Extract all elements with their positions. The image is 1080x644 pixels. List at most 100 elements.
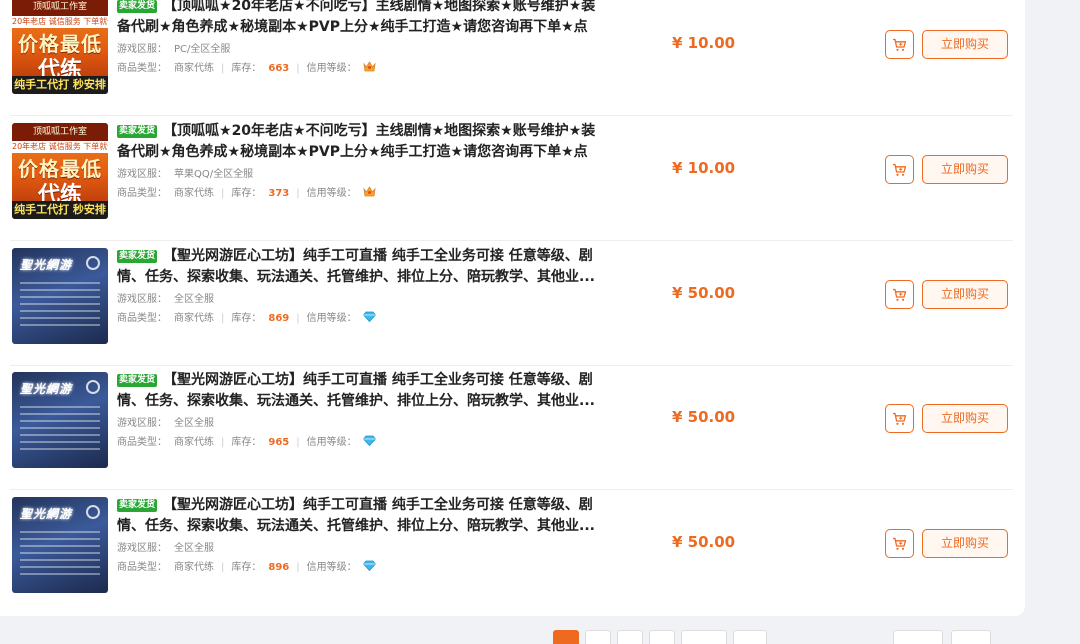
seller-ship-badge: 卖家发货 <box>117 0 158 13</box>
product-title[interactable]: 【顶呱呱★20年老店★不问吃亏】主线剧情★地图探索★账号维护★装备代刷★角色养成… <box>117 0 595 38</box>
product-title-row[interactable]: 卖家发货 【顶呱呱★20年老店★不问吃亏】主线剧情★地图探索★账号维护★装备代刷★… <box>117 0 597 38</box>
product-info: 卖家发货 【顶呱呱★20年老店★不问吃亏】主线剧情★地图探索★账号维护★装备代刷★… <box>117 0 597 76</box>
product-item[interactable]: 聖光網游 卖家发货 【聖光网游匠心工坊】纯手工可直播 纯手工全业务可接 任意等级、剧… <box>10 242 1013 366</box>
diamond-icon <box>362 435 376 450</box>
thumb-caption: 纯手工代打 秒安排 <box>12 201 108 219</box>
type-value: 商家代练 <box>174 63 214 74</box>
type-label: 商品类型： <box>117 188 167 199</box>
stock-label: 库存： <box>231 313 262 324</box>
page-button[interactable] <box>733 630 767 644</box>
thumb-caption: 顶呱呱工作室 <box>12 123 108 141</box>
page-button[interactable] <box>585 630 611 644</box>
type-label: 商品类型： <box>117 313 167 324</box>
divider: | <box>296 63 300 74</box>
region-row: 游戏区服： 苹果QQ/全区全服 <box>117 168 597 181</box>
type-label: 商品类型： <box>117 562 167 573</box>
page-jump-input[interactable] <box>893 630 943 644</box>
region-value: PC/全区全服 <box>174 44 231 55</box>
product-title-row[interactable]: 卖家发货 【聖光网游匠心工坊】纯手工可直播 纯手工全业务可接 任意等级、剧情、任务… <box>117 495 597 537</box>
product-thumbnail[interactable]: 聖光網游 <box>12 497 108 593</box>
add-to-cart-button[interactable] <box>885 529 914 558</box>
stock-value: 663 <box>268 63 290 74</box>
seller-ship-badge: 卖家发货 <box>117 125 158 138</box>
thumb-caption: 顶呱呱工作室 <box>12 0 108 16</box>
product-title-row[interactable]: 卖家发货 【聖光网游匠心工坊】纯手工可直播 纯手工全业务可接 任意等级、剧情、任务… <box>117 246 597 288</box>
page-jump-button[interactable] <box>951 630 991 644</box>
seller-ship-badge: 卖家发货 <box>117 374 158 387</box>
detail-row: 商品类型： 商家代练 | 库存： 373 | 信用等级： <box>117 186 597 201</box>
thumb-text-lines <box>20 531 100 579</box>
product-title[interactable]: 【聖光网游匠心工坊】纯手工可直播 纯手工全业务可接 任意等级、剧情、任务、探索收… <box>117 372 595 409</box>
add-to-cart-button[interactable] <box>885 404 914 433</box>
buy-now-button[interactable]: 立即购买 <box>922 529 1008 558</box>
product-title-row[interactable]: 卖家发货 【顶呱呱★20年老店★不问吃亏】主线剧情★地图探索★账号维护★装备代刷★… <box>117 121 597 163</box>
divider: | <box>221 437 225 448</box>
product-title[interactable]: 【聖光网游匠心工坊】纯手工可直播 纯手工全业务可接 任意等级、剧情、任务、探索收… <box>117 497 595 534</box>
credit-label: 信用等级： <box>306 562 357 573</box>
crown-icon <box>363 186 376 201</box>
thumb-caption: 20年老店 诚信服务 下单就做 <box>12 141 108 153</box>
product-info: 卖家发货 【聖光网游匠心工坊】纯手工可直播 纯手工全业务可接 任意等级、剧情、任务… <box>117 246 597 326</box>
stock-label: 库存： <box>231 437 262 448</box>
thumb-text-lines <box>20 282 100 330</box>
product-item[interactable]: 顶呱呱工作室 20年老店 诚信服务 下单就做 价格最低 代练 纯手工代打 秒安排 卖家发货… <box>10 0 1013 116</box>
cart-icon <box>892 163 907 177</box>
product-title-row[interactable]: 卖家发货 【聖光网游匠心工坊】纯手工可直播 纯手工全业务可接 任意等级、剧情、任务… <box>117 370 597 412</box>
stock-label: 库存： <box>231 63 262 74</box>
divider: | <box>221 63 225 74</box>
buy-now-button[interactable]: 立即购买 <box>922 155 1008 184</box>
product-thumbnail[interactable]: 聖光網游 <box>12 248 108 344</box>
region-label: 游戏区服： <box>117 169 167 180</box>
product-thumbnail[interactable]: 顶呱呱工作室 20年老店 诚信服务 下单就做 价格最低 代练 纯手工代打 秒安排 <box>12 0 108 94</box>
add-to-cart-button[interactable] <box>885 30 914 59</box>
thumb-caption: 聖光網游 <box>20 258 73 272</box>
type-value: 商家代练 <box>174 437 214 448</box>
product-title[interactable]: 【聖光网游匠心工坊】纯手工可直播 纯手工全业务可接 任意等级、剧情、任务、探索收… <box>117 248 595 285</box>
credit-label: 信用等级： <box>306 313 357 324</box>
product-price: ¥ 50.00 <box>672 533 736 551</box>
product-title[interactable]: 【顶呱呱★20年老店★不问吃亏】主线剧情★地图探索★账号维护★装备代刷★角色养成… <box>117 123 595 163</box>
region-row: 游戏区服： 全区全服 <box>117 293 597 306</box>
product-item[interactable]: 顶呱呱工作室 20年老店 诚信服务 下单就做 价格最低 代练 纯手工代打 秒安排 卖家发货… <box>10 117 1013 241</box>
region-value: 苹果QQ/全区全服 <box>174 169 254 180</box>
detail-row: 商品类型： 商家代练 | 库存： 869 | 信用等级： <box>117 311 597 326</box>
thumb-caption: 纯手工代打 秒安排 <box>12 76 108 94</box>
product-item[interactable]: 聖光網游 卖家发货 【聖光网游匠心工坊】纯手工可直播 纯手工全业务可接 任意等级、剧… <box>10 491 1013 615</box>
credit-label: 信用等级： <box>306 63 357 74</box>
thumb-text-lines <box>20 406 100 454</box>
product-thumbnail[interactable]: 顶呱呱工作室 20年老店 诚信服务 下单就做 价格最低 代练 纯手工代打 秒安排 <box>12 123 108 219</box>
divider: | <box>221 313 225 324</box>
page-button-current[interactable] <box>553 630 579 644</box>
buy-now-button[interactable]: 立即购买 <box>922 30 1008 59</box>
divider: | <box>296 562 300 573</box>
logo-mark <box>86 380 100 394</box>
buy-now-button[interactable]: 立即购买 <box>922 404 1008 433</box>
divider: | <box>296 188 300 199</box>
region-row: 游戏区服： PC/全区全服 <box>117 43 597 56</box>
page-button[interactable] <box>649 630 675 644</box>
region-label: 游戏区服： <box>117 418 167 429</box>
page-button[interactable] <box>681 630 727 644</box>
divider: | <box>221 188 225 199</box>
add-to-cart-button[interactable] <box>885 280 914 309</box>
product-price: ¥ 50.00 <box>672 284 736 302</box>
logo-mark <box>86 505 100 519</box>
diamond-icon <box>362 311 376 326</box>
type-value: 商家代练 <box>174 188 214 199</box>
region-value: 全区全服 <box>174 294 214 305</box>
detail-row: 商品类型： 商家代练 | 库存： 965 | 信用等级： <box>117 435 597 450</box>
stock-value: 869 <box>268 313 290 324</box>
detail-row: 商品类型： 商家代练 | 库存： 663 | 信用等级： <box>117 61 597 76</box>
divider: | <box>296 313 300 324</box>
product-info: 卖家发货 【聖光网游匠心工坊】纯手工可直播 纯手工全业务可接 任意等级、剧情、任务… <box>117 370 597 450</box>
region-label: 游戏区服： <box>117 543 167 554</box>
cart-icon <box>892 38 907 52</box>
page-button[interactable] <box>617 630 643 644</box>
add-to-cart-button[interactable] <box>885 155 914 184</box>
product-item[interactable]: 聖光網游 卖家发货 【聖光网游匠心工坊】纯手工可直播 纯手工全业务可接 任意等级、剧… <box>10 366 1013 490</box>
product-thumbnail[interactable]: 聖光網游 <box>12 372 108 468</box>
product-price: ¥ 10.00 <box>672 34 736 52</box>
buy-now-button[interactable]: 立即购买 <box>922 280 1008 309</box>
stock-value: 965 <box>268 437 290 448</box>
region-row: 游戏区服： 全区全服 <box>117 542 597 555</box>
